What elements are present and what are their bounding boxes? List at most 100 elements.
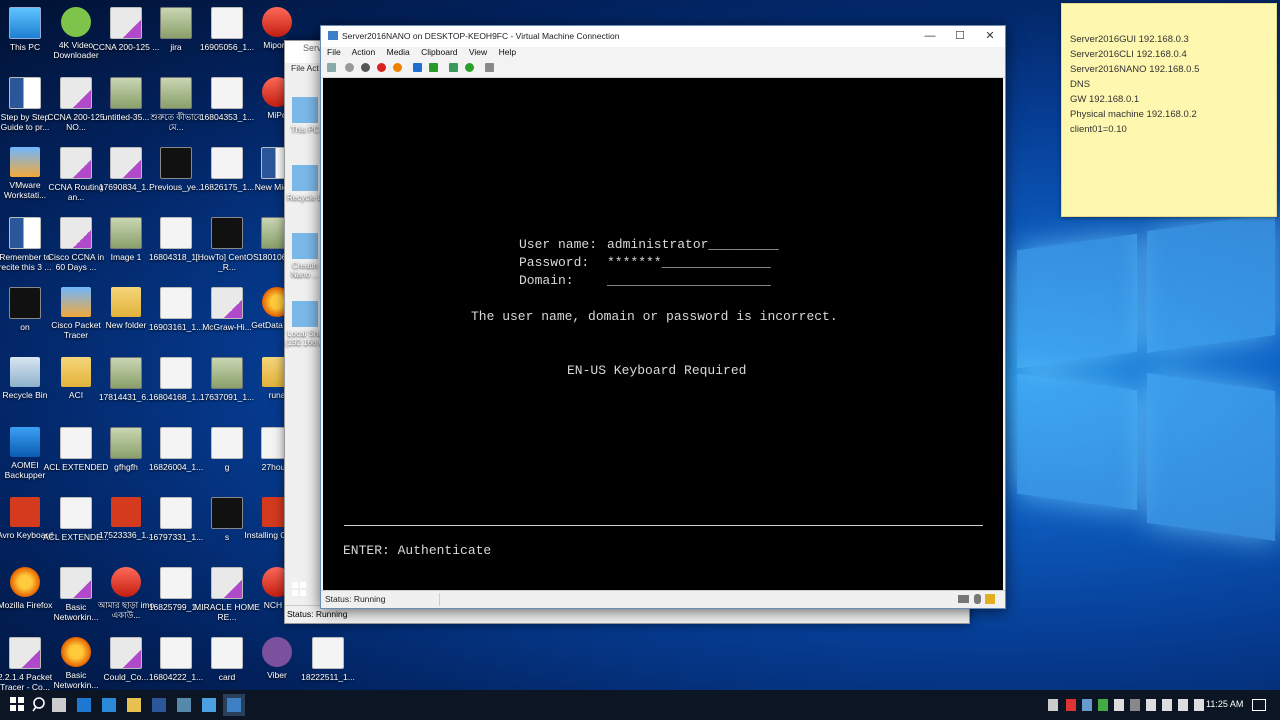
- bg-sidebar-label: Creatin Nano ...: [290, 261, 319, 279]
- edge-icon[interactable]: [102, 698, 116, 712]
- file-explorer-icon[interactable]: [127, 698, 141, 712]
- error-message: The user name, domain or password is inc…: [471, 309, 838, 324]
- pdf-icon: [110, 147, 142, 179]
- tray-app-icon[interactable]: [1114, 699, 1124, 711]
- domain-field[interactable]: _____________________: [607, 273, 771, 288]
- password-label: Password:: [519, 255, 590, 270]
- tray-app-icon[interactable]: [1066, 699, 1076, 711]
- image-icon: [211, 497, 243, 529]
- network-icon[interactable]: [1178, 699, 1188, 711]
- packet-tracer-icon: [60, 427, 92, 459]
- word-icon[interactable]: [152, 698, 166, 712]
- console-divider: [344, 525, 983, 526]
- bg-sidebar-item[interactable]: Creatin Nano ...: [285, 229, 325, 279]
- checkpoint-icon[interactable]: [449, 63, 458, 72]
- taskbar: 11:25 AM: [0, 690, 1280, 720]
- tray-app-icon[interactable]: [1146, 699, 1156, 711]
- lock-icon: [985, 594, 995, 604]
- notifications-icon[interactable]: [1252, 699, 1266, 711]
- search-icon[interactable]: [30, 695, 50, 715]
- windows-start-overlay-icon: [292, 582, 306, 596]
- pdf-icon: [60, 147, 92, 179]
- downloader-icon: [61, 7, 91, 37]
- image-icon: [160, 637, 192, 669]
- password-field[interactable]: *******______________: [607, 255, 771, 270]
- start-icon[interactable]: [345, 63, 354, 72]
- bg-sidebar-item[interactable]: Recycle B: [285, 161, 325, 202]
- keyboard-requirement: EN-US Keyboard Required: [567, 363, 747, 378]
- pdf-icon: [110, 7, 142, 39]
- image-icon: [110, 217, 142, 249]
- hyper-v-icon[interactable]: [227, 698, 241, 712]
- image-icon: [160, 357, 192, 389]
- folder-icon: [61, 357, 91, 387]
- menu-action[interactable]: Action: [352, 47, 376, 57]
- menu-clipboard[interactable]: Clipboard: [421, 47, 457, 57]
- desktop-shortcut[interactable]: 18222511_1...: [294, 637, 362, 682]
- tray-app-icon[interactable]: [1162, 699, 1172, 711]
- menu-file[interactable]: File: [327, 47, 341, 57]
- sticky-line: Server2016NANO 192.168.0.5: [1070, 64, 1200, 75]
- menu-help[interactable]: Help: [499, 47, 516, 57]
- username-field[interactable]: administrator_________: [607, 237, 779, 252]
- close-button[interactable]: ✕: [975, 26, 1005, 47]
- bg-sidebar-item[interactable]: Local Sha (192.168.0...: [285, 297, 330, 347]
- app-icon[interactable]: [177, 698, 191, 712]
- store-icon[interactable]: [202, 698, 216, 712]
- file-icon: [211, 637, 243, 669]
- shortcut-label: 18222511_1...: [301, 672, 355, 682]
- bg-sidebar-label: This PC: [290, 125, 320, 134]
- start-button[interactable]: [8, 695, 28, 715]
- vm-toolbar: [321, 61, 1005, 78]
- menu-media[interactable]: Media: [387, 47, 410, 57]
- clock[interactable]: 11:25 AM: [1206, 699, 1243, 709]
- sticky-line: DNS: [1070, 79, 1091, 90]
- image-icon: [111, 567, 141, 597]
- sticky-line: Server2016GUI 192.168.0.3: [1070, 34, 1189, 45]
- packet-tracer-icon: [60, 497, 92, 529]
- pause-icon[interactable]: [413, 63, 422, 72]
- desktop: This PC Step by Step Guide to pr... VMware…: [0, 0, 1280, 690]
- sticky-line: client01=0.10: [1070, 124, 1127, 135]
- image-icon: [160, 77, 192, 109]
- edge-icon[interactable]: [77, 698, 91, 712]
- image-icon: [211, 357, 243, 389]
- vm-connection-window[interactable]: Server2016NANO on DESKTOP-KEOH9FC - Virt…: [320, 25, 1006, 609]
- maximize-button[interactable]: ☐: [945, 26, 975, 47]
- vm-title-bar: Server2016NANO on DESKTOP-KEOH9FC - Virt…: [321, 26, 1005, 47]
- file-icon: [9, 287, 41, 319]
- vm-console-screen[interactable]: User name: administrator_________ Passwo…: [323, 78, 1003, 590]
- image-icon: [211, 7, 243, 39]
- bg-sidebar-item[interactable]: This PC: [285, 93, 325, 134]
- shutdown-icon[interactable]: [377, 63, 386, 72]
- tray-app-icon[interactable]: [1130, 699, 1140, 711]
- ctrl-alt-del-icon[interactable]: [327, 63, 336, 72]
- menu-view[interactable]: View: [469, 47, 487, 57]
- pdf-icon: [60, 217, 92, 249]
- vm-menu-bar: File Action Media Clipboard View Help: [321, 47, 1005, 61]
- firefox-icon: [10, 567, 40, 597]
- sticky-line: GW 192.168.0.1: [1070, 94, 1140, 105]
- tray-app-icon[interactable]: [1098, 699, 1108, 711]
- shortcut-icon: [292, 233, 318, 259]
- image-icon: [110, 427, 142, 459]
- image-icon: [160, 7, 192, 39]
- enhanced-session-icon[interactable]: [485, 63, 494, 72]
- image-icon: [110, 77, 142, 109]
- image-icon: [111, 497, 141, 527]
- turn-off-icon[interactable]: [361, 63, 370, 72]
- app-icon: [10, 427, 40, 457]
- resume-icon[interactable]: [429, 63, 438, 72]
- vm-window-title: Server2016NANO on DESKTOP-KEOH9FC - Virt…: [342, 31, 620, 41]
- sticky-note[interactable]: Server2016GUI 192.168.0.3 Server2016CLI …: [1061, 3, 1277, 217]
- tray-app-icon[interactable]: [1082, 699, 1092, 711]
- minimize-button[interactable]: —: [915, 26, 945, 47]
- task-view-icon[interactable]: [52, 698, 66, 712]
- save-state-icon[interactable]: [393, 63, 402, 72]
- volume-icon[interactable]: [1194, 699, 1204, 711]
- authenticate-hint: ENTER: Authenticate: [343, 543, 492, 558]
- show-hidden-icons[interactable]: [1048, 699, 1058, 711]
- revert-icon[interactable]: [465, 63, 474, 72]
- pdf-icon: [9, 637, 41, 669]
- image-icon: [160, 567, 192, 599]
